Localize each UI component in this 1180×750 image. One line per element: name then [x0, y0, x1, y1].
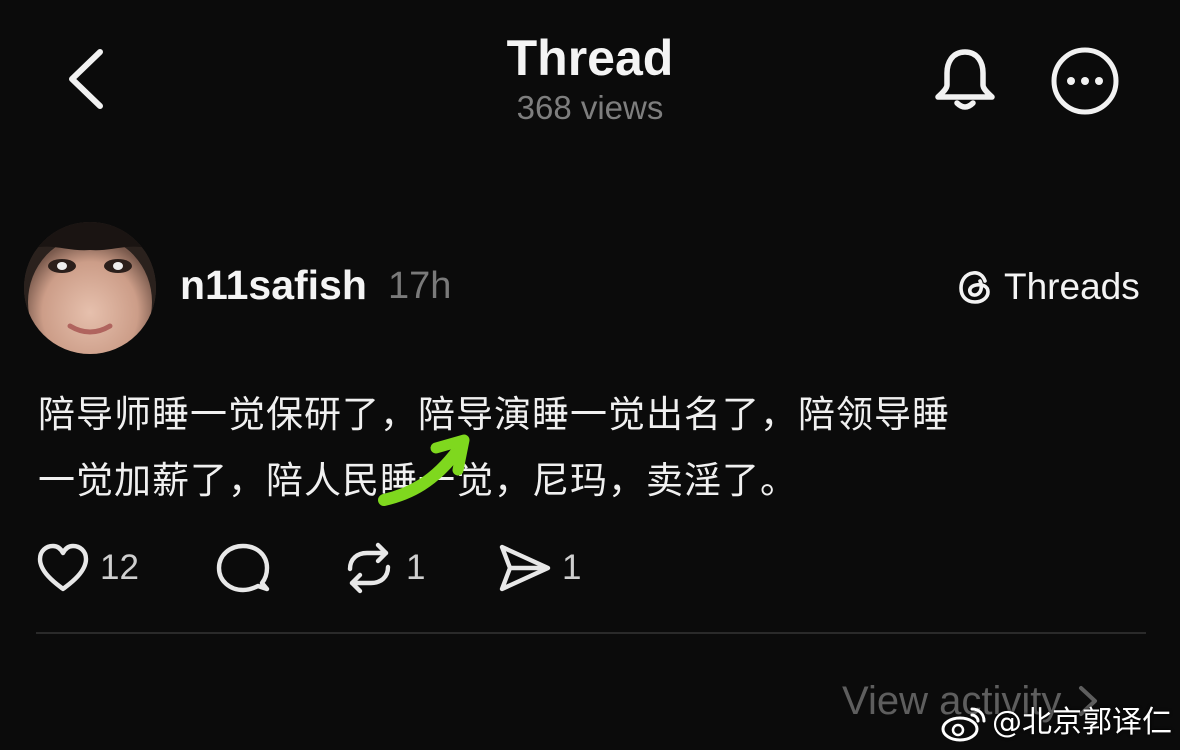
watermark-text: @北京郭译仁	[992, 705, 1172, 740]
more-horizontal-icon	[1051, 47, 1119, 115]
more-options-button[interactable]	[1048, 44, 1122, 118]
share-button[interactable]: 1	[496, 536, 581, 600]
post-text-line-1: 陪导师睡一觉保研了，陪导演睡一觉出名了，陪领导睡	[38, 393, 950, 436]
share-count: 1	[562, 548, 582, 587]
notifications-button[interactable]	[928, 42, 1002, 116]
threads-label: Threads	[1004, 266, 1140, 307]
view-count: 368 views	[516, 89, 664, 126]
bell-icon	[935, 49, 995, 110]
avatar[interactable]	[24, 222, 156, 354]
green-arrow-annotation	[378, 434, 470, 506]
weibo-logo-icon	[941, 707, 986, 742]
avatar-photo	[24, 222, 156, 354]
reply-button[interactable]	[214, 536, 272, 600]
username[interactable]: n11safish	[180, 260, 367, 310]
comment-icon	[216, 543, 270, 593]
repost-button[interactable]: 1	[340, 536, 425, 600]
threads-logo-icon	[959, 271, 990, 304]
weibo-watermark: @北京郭译仁	[940, 700, 1172, 746]
repost-icon	[347, 542, 391, 594]
header: Thread 368 views	[0, 28, 1180, 128]
divider	[36, 632, 1146, 634]
threads-badge[interactable]: Threads	[956, 262, 1140, 312]
post-text-line-2: 一觉加薪了，陪人民睡一觉，尼玛，卖淫了。	[38, 459, 798, 502]
send-icon	[499, 544, 551, 592]
heart-icon	[37, 543, 89, 592]
post-body: 陪导师睡一觉保研了，陪导演睡一觉出名了，陪领导睡 一觉加薪了，陪人民睡一觉，尼玛…	[38, 382, 1138, 514]
repost-count: 1	[406, 548, 426, 587]
like-count: 12	[100, 548, 139, 587]
like-button[interactable]: 12	[34, 536, 139, 600]
post-time: 17h	[388, 265, 452, 307]
thread-screen: Thread 368 views n11safish 17h Threads 陪…	[0, 0, 1180, 750]
page-title: Thread	[506, 30, 674, 86]
